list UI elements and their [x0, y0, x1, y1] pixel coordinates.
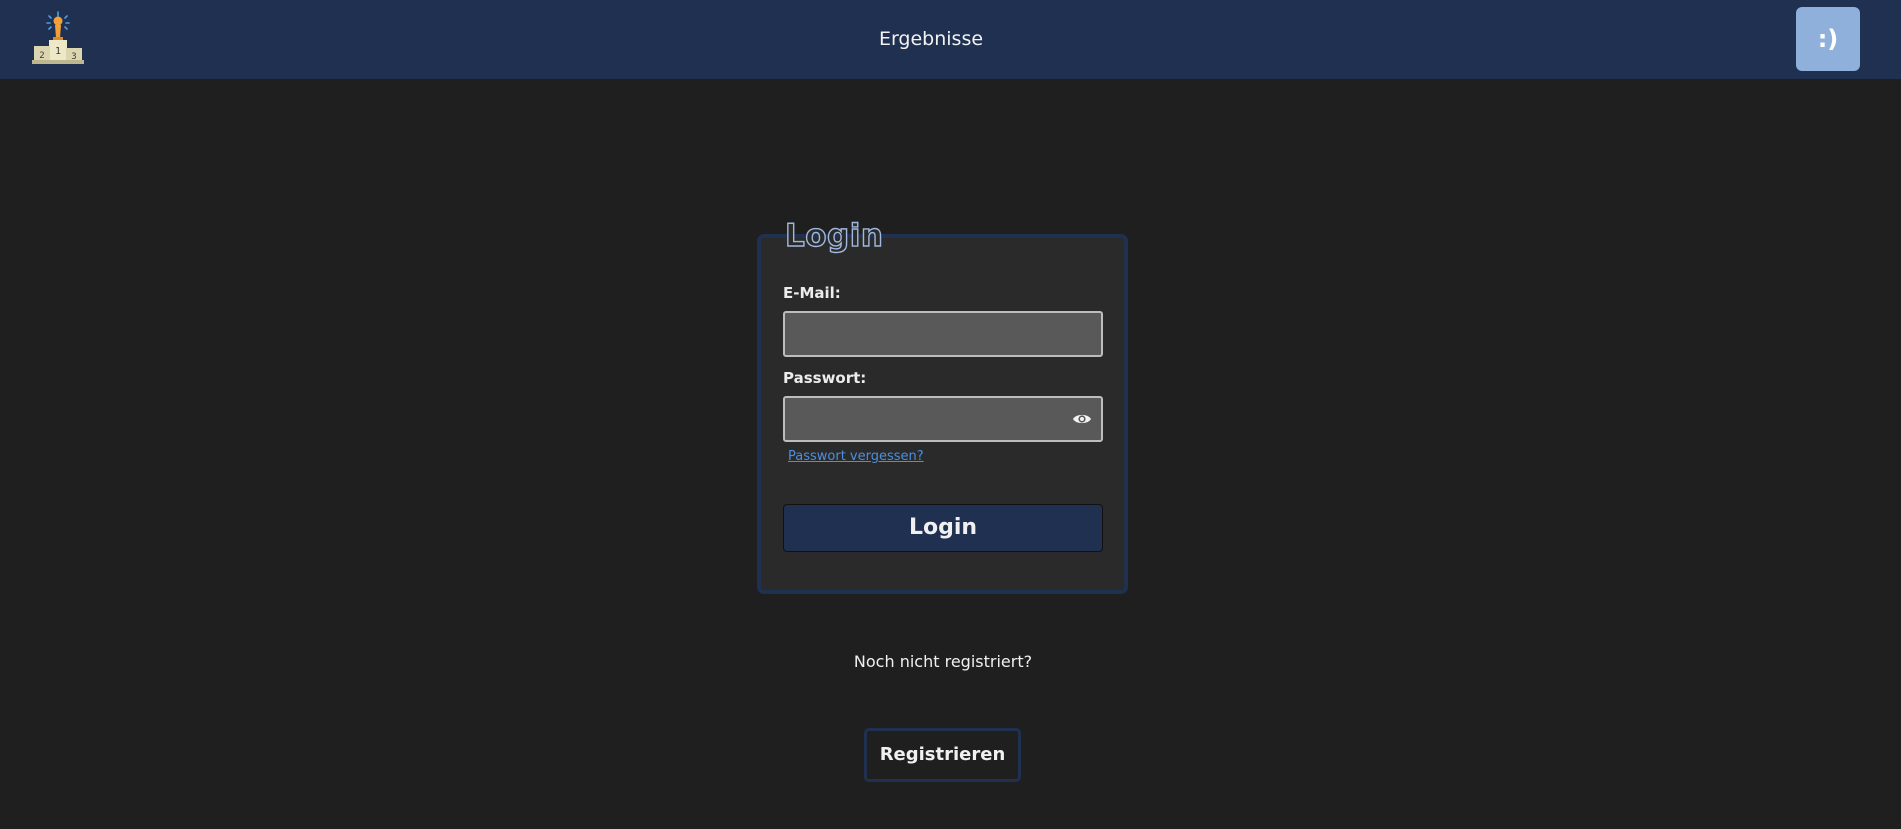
email-field[interactable]: [783, 311, 1103, 357]
register-button[interactable]: Registrieren: [864, 728, 1021, 782]
password-label: Passwort:: [783, 369, 867, 387]
register-prompt: Noch nicht registriert?: [853, 652, 1033, 671]
login-title: Login: [784, 217, 884, 254]
user-menu-button[interactable]: :): [1796, 7, 1860, 71]
top-navigation-bar: 1 2 3 Ergebnisse :): [0, 0, 1901, 79]
email-label: E-Mail:: [783, 284, 841, 302]
login-button[interactable]: Login: [783, 504, 1103, 552]
eye-icon[interactable]: [1072, 412, 1092, 426]
page-title: Ergebnisse: [878, 28, 984, 50]
forgot-password-link[interactable]: Passwort vergessen?: [788, 449, 924, 464]
password-field[interactable]: [783, 396, 1103, 442]
